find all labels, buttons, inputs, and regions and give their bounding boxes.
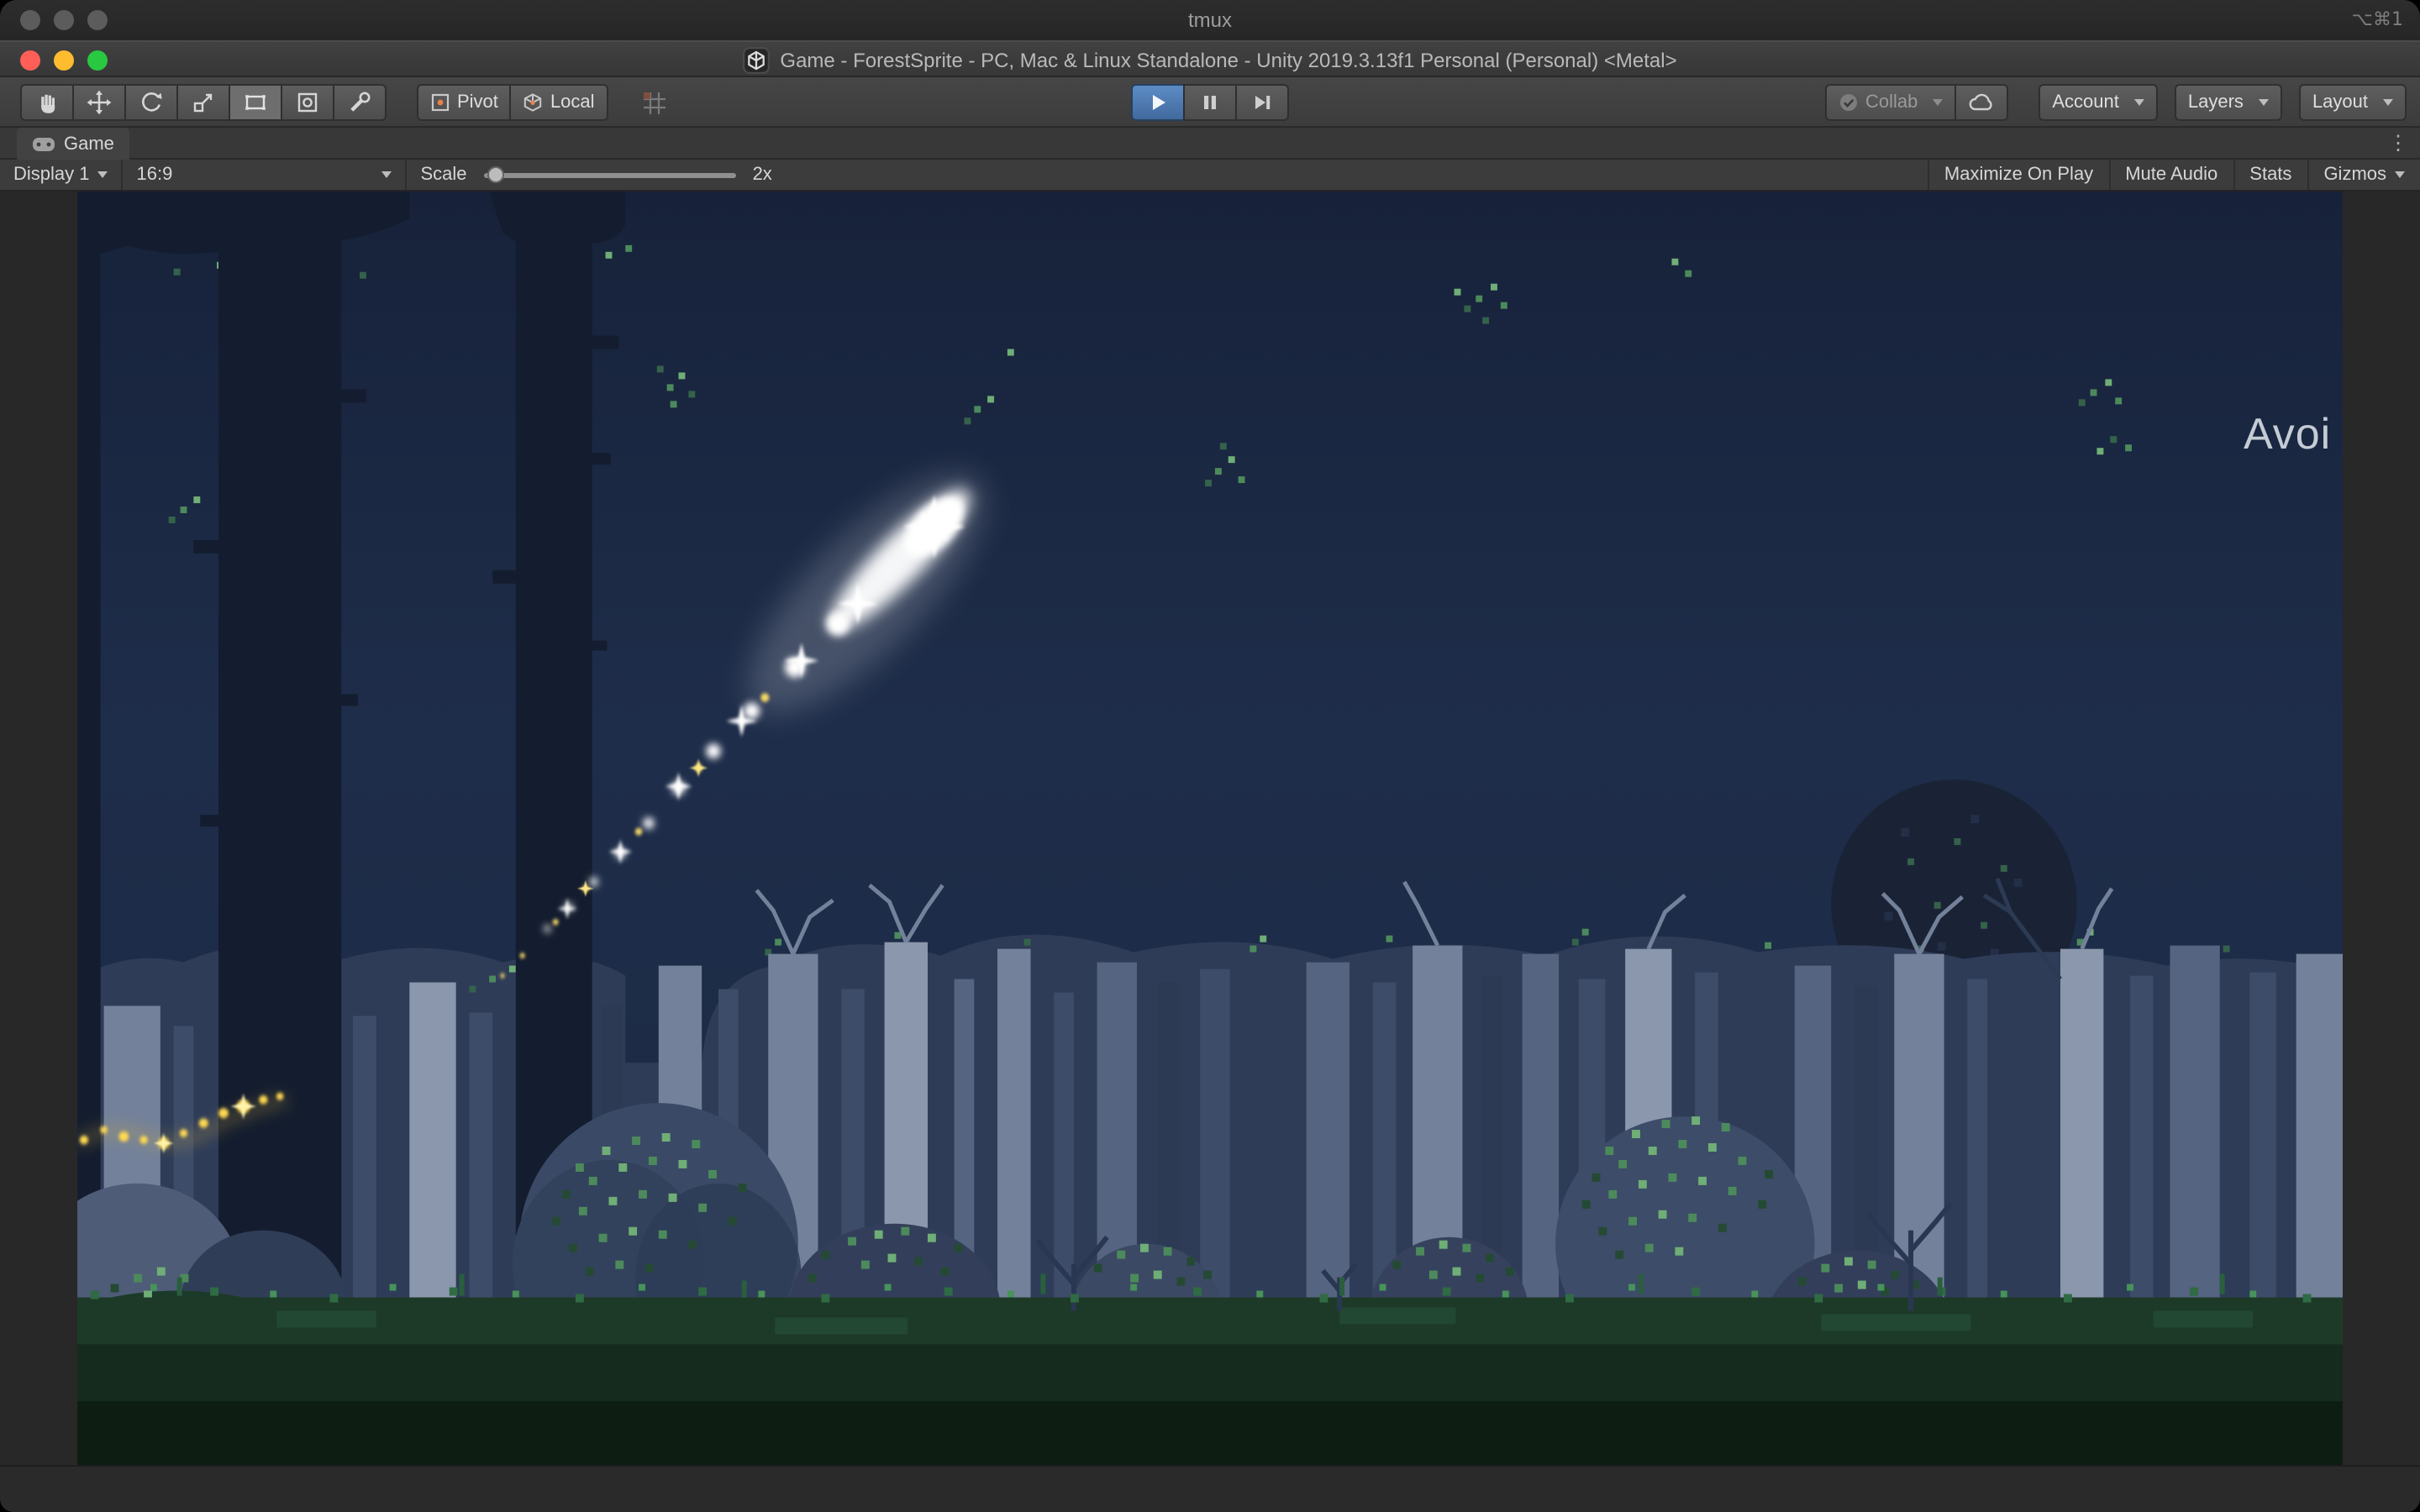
ground bbox=[77, 1298, 2343, 1465]
account-label: Account bbox=[2052, 92, 2119, 113]
pause-icon bbox=[1200, 92, 1220, 113]
layers-label: Layers bbox=[2188, 92, 2244, 113]
step-button[interactable] bbox=[1235, 84, 1289, 121]
unity-titlebar: Game - ForestSprite - PC, Mac & Linux St… bbox=[0, 40, 2420, 77]
game-render bbox=[77, 192, 2343, 1465]
host-shortcut-hint: ⌥⌘1 bbox=[2352, 0, 2403, 40]
playback-controls bbox=[1131, 84, 1289, 121]
stats-button[interactable]: Stats bbox=[2233, 160, 2307, 190]
move-tool-button[interactable] bbox=[72, 84, 126, 121]
window-bottom-strip bbox=[0, 1465, 2420, 1512]
pivot-toggle-button[interactable]: Pivot bbox=[417, 84, 512, 121]
gizmos-label: Gizmos bbox=[2323, 165, 2386, 185]
pivot-label: Pivot bbox=[457, 92, 498, 113]
maximize-on-play-label: Maximize On Play bbox=[1944, 165, 2093, 185]
mute-audio-button[interactable]: Mute Audio bbox=[2108, 160, 2233, 190]
chevron-down-icon bbox=[2259, 99, 2269, 106]
chevron-down-icon bbox=[1933, 99, 1943, 106]
scale-control: Scale 2x bbox=[408, 160, 786, 190]
chevron-down-icon bbox=[382, 171, 392, 178]
scale-label: Scale bbox=[421, 165, 467, 185]
pane-menu-icon[interactable]: ⋮ bbox=[2388, 131, 2408, 156]
chevron-down-icon bbox=[2395, 171, 2405, 178]
game-view-toolbar: Display 1 16:9 Scale 2x Maximize On Play… bbox=[0, 160, 2420, 192]
layout-dropdown[interactable]: Layout bbox=[2299, 84, 2407, 121]
display-dropdown-label: Display 1 bbox=[13, 165, 90, 185]
grid-snap-button[interactable] bbox=[642, 90, 667, 115]
scale-tool-button[interactable] bbox=[176, 84, 230, 121]
chevron-down-icon bbox=[2134, 99, 2144, 106]
stats-label: Stats bbox=[2249, 165, 2291, 185]
screen: tmux ⌥⌘1 Game - ForestSprite - PC, Mac &… bbox=[0, 0, 2420, 1512]
window-title: Game - ForestSprite - PC, Mac & Linux St… bbox=[780, 49, 1676, 72]
main-toolbar: Pivot Local bbox=[0, 77, 2420, 128]
mute-audio-label: Mute Audio bbox=[2125, 165, 2217, 185]
step-icon bbox=[1252, 92, 1272, 113]
transform-tool-icon bbox=[294, 89, 321, 116]
display-dropdown[interactable]: Display 1 bbox=[0, 160, 124, 190]
collab-dropdown[interactable]: Collab bbox=[1825, 84, 1956, 121]
transform-tool-button[interactable] bbox=[281, 84, 334, 121]
scale-slider-thumb[interactable] bbox=[487, 165, 504, 182]
layout-label: Layout bbox=[2312, 92, 2368, 113]
scale-value: 2x bbox=[753, 165, 772, 185]
gizmos-dropdown[interactable]: Gizmos bbox=[2307, 160, 2420, 190]
game-tab-bar: Game ⋮ bbox=[0, 128, 2420, 160]
account-dropdown[interactable]: Account bbox=[2039, 84, 2158, 121]
scale-tool-icon bbox=[190, 89, 217, 116]
host-titlebar: tmux ⌥⌘1 bbox=[0, 0, 2420, 42]
hand-tool-button[interactable] bbox=[20, 84, 74, 121]
gamepad-icon bbox=[32, 135, 55, 152]
pause-button[interactable] bbox=[1183, 84, 1237, 121]
pivot-icon bbox=[430, 92, 450, 113]
hand-tool-icon bbox=[34, 89, 60, 116]
collab-check-icon bbox=[1839, 92, 1859, 113]
host-window-title: tmux bbox=[0, 0, 2420, 40]
rotate-tool-icon bbox=[138, 89, 165, 116]
game-viewport[interactable]: Avoi bbox=[77, 192, 2343, 1465]
move-tool-icon bbox=[86, 89, 113, 116]
maximize-on-play-button[interactable]: Maximize On Play bbox=[1928, 160, 2108, 190]
game-view-pane: Avoi bbox=[0, 192, 2420, 1465]
scale-slider[interactable] bbox=[484, 172, 736, 177]
rotate-tool-button[interactable] bbox=[124, 84, 178, 121]
play-icon bbox=[1148, 92, 1168, 113]
custom-tool-button[interactable] bbox=[333, 84, 387, 121]
local-toggle-button[interactable]: Local bbox=[510, 84, 608, 121]
play-button[interactable] bbox=[1131, 84, 1185, 121]
chevron-down-icon bbox=[2383, 99, 2393, 106]
chevron-down-icon bbox=[98, 171, 108, 178]
aspect-ratio-label: 16:9 bbox=[137, 165, 173, 185]
grid-snap-icon bbox=[642, 90, 667, 115]
unity-app-icon bbox=[743, 47, 770, 74]
cloud-icon bbox=[1968, 91, 1995, 114]
local-label: Local bbox=[550, 92, 595, 113]
tab-game[interactable]: Game bbox=[17, 128, 129, 160]
game-overlay-text: Avoi bbox=[2244, 408, 2331, 460]
collab-label: Collab bbox=[1865, 92, 1918, 113]
local-icon bbox=[523, 92, 544, 113]
tab-game-label: Game bbox=[64, 134, 114, 154]
custom-tool-icon bbox=[346, 89, 373, 116]
cloud-button[interactable] bbox=[1954, 84, 2008, 121]
layers-dropdown[interactable]: Layers bbox=[2175, 84, 2282, 121]
rect-tool-button[interactable] bbox=[229, 84, 282, 121]
aspect-ratio-dropdown[interactable]: 16:9 bbox=[124, 160, 408, 190]
rect-tool-icon bbox=[242, 89, 269, 116]
